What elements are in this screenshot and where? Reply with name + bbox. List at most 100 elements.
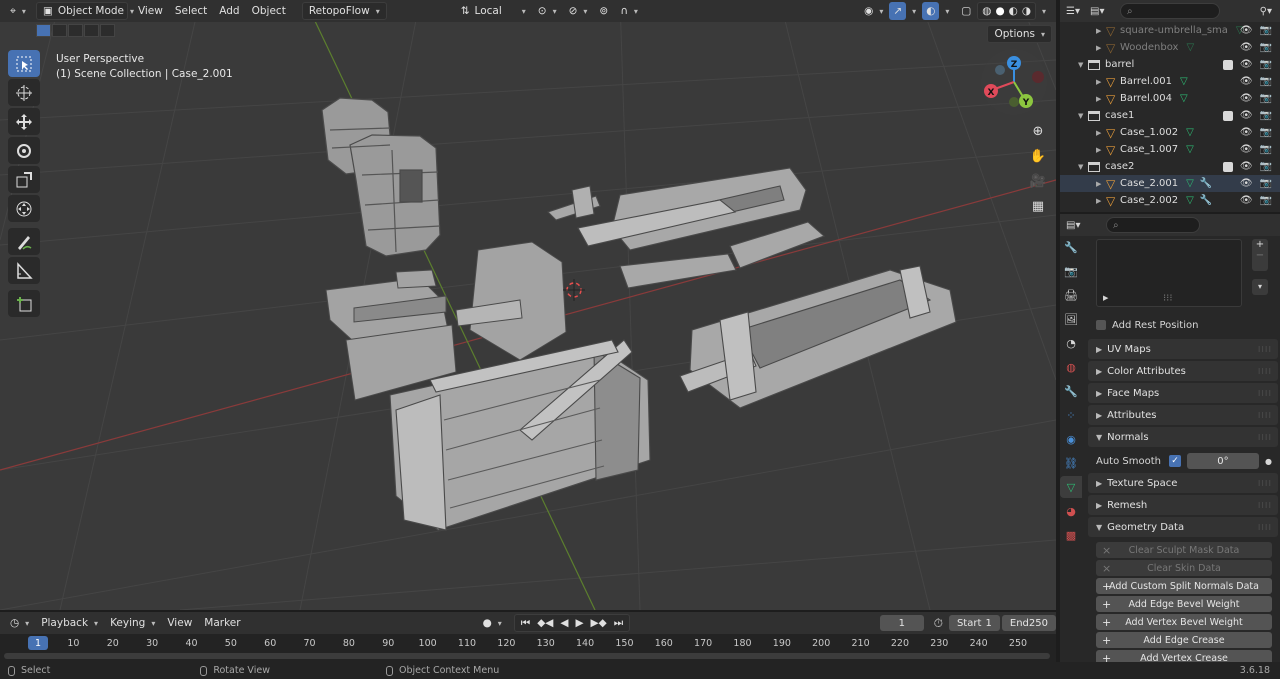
drag-handle-icon[interactable]: ⁝⁝⁝⁝ bbox=[1258, 345, 1272, 354]
drag-handle-icon[interactable]: ⁝⁝⁝⁝ bbox=[1258, 389, 1272, 398]
mesh-data-icon[interactable]: ▽ bbox=[1180, 76, 1188, 87]
panel-geometry-data[interactable]: ▼ Geometry Data ⁝⁝⁝⁝ bbox=[1088, 517, 1278, 537]
render-camera-icon[interactable]: 📷 bbox=[1260, 76, 1272, 87]
outliner-object-row[interactable]: ▶ ▽ Barrel.001 ▽ 👁 📷 bbox=[1060, 73, 1280, 90]
editor-type-button[interactable]: ⌖ ▾ bbox=[4, 2, 32, 20]
rendered-shading-icon[interactable]: ◑ bbox=[1022, 5, 1031, 17]
constraints-tab-icon[interactable]: ⛓ bbox=[1060, 452, 1082, 474]
remove-shape-key-icon[interactable]: − bbox=[1252, 250, 1268, 261]
menu-retopoflow[interactable]: RetopoFlow ▾ bbox=[301, 2, 387, 20]
expand-arrow-icon[interactable]: ▶ bbox=[1096, 129, 1106, 137]
panel-attributes[interactable]: ▶ Attributes ⁝⁝⁝⁝ bbox=[1088, 405, 1278, 425]
select-intersect-icon[interactable] bbox=[100, 24, 115, 37]
drag-handle-icon[interactable]: ⁝⁝⁝⁝ bbox=[1258, 501, 1272, 510]
geometry-data-button[interactable]: + Add Custom Split Normals Data bbox=[1096, 578, 1272, 594]
next-keyframe-icon[interactable]: ▶◆ bbox=[591, 617, 607, 629]
outliner-object-row[interactable]: ▶ ▽ Case_2.001 ▽ 🔧 👁 📷 bbox=[1060, 175, 1280, 192]
select-subtract-icon[interactable] bbox=[68, 24, 83, 37]
render-camera-icon[interactable]: 📷 bbox=[1260, 59, 1272, 70]
shading-options-icon[interactable]: ▾ bbox=[1036, 2, 1052, 20]
render-camera-icon[interactable]: 📷 bbox=[1260, 93, 1272, 104]
3d-viewport[interactable]: Z X Y ⌖ ▾ ▣ Object Mode ▾ View Select Add … bbox=[0, 0, 1056, 610]
render-camera-icon[interactable]: 📷 bbox=[1260, 144, 1272, 155]
visibility-eye-icon[interactable]: 👁 bbox=[1240, 110, 1253, 121]
geometry-data-button[interactable]: × Clear Skin Data bbox=[1096, 560, 1272, 576]
menu-add[interactable]: Add bbox=[213, 2, 245, 20]
exclude-checkbox[interactable] bbox=[1222, 111, 1233, 121]
visibility-eye-icon[interactable]: 👁 bbox=[1240, 42, 1253, 53]
mesh-data-icon[interactable]: ▽ bbox=[1186, 127, 1194, 138]
keyframe-dot-icon[interactable]: ● bbox=[1265, 457, 1272, 466]
visibility-icon[interactable]: ◉ ▾ bbox=[858, 2, 889, 20]
barrel-model[interactable] bbox=[321, 97, 441, 257]
shape-keys-list[interactable]: ▶ ⁝⁝⁝ bbox=[1096, 239, 1242, 307]
modifier-icon[interactable]: 🔧 bbox=[1200, 178, 1212, 189]
exclude-checkbox[interactable] bbox=[1222, 60, 1233, 70]
perspective-grid-icon[interactable]: ▦ bbox=[1026, 194, 1050, 218]
auto-smooth-angle-field[interactable]: 0° bbox=[1186, 453, 1259, 469]
move-tool[interactable] bbox=[8, 108, 40, 135]
play-reverse-icon[interactable]: ◀ bbox=[560, 617, 568, 629]
render-camera-icon[interactable]: 📷 bbox=[1260, 42, 1272, 53]
properties-editor-icon[interactable]: ▤▾ bbox=[1066, 220, 1106, 231]
zoom-icon[interactable]: ⊕ bbox=[1026, 119, 1050, 143]
drag-handle-icon[interactable]: ⁝⁝⁝⁝ bbox=[1258, 411, 1272, 420]
pivot-point-icon[interactable]: ⊙ ▾ bbox=[532, 2, 563, 20]
expand-arrow-icon[interactable]: ▶ bbox=[1096, 27, 1106, 35]
transform-orientation-dropdown[interactable]: ⇅ Local ▾ bbox=[455, 2, 532, 20]
cursor-tool[interactable] bbox=[8, 79, 40, 106]
transform-tool[interactable] bbox=[8, 195, 40, 222]
auto-smooth-checkbox[interactable]: ✓ bbox=[1168, 455, 1181, 467]
jump-start-icon[interactable]: ⏮ bbox=[521, 617, 530, 630]
panel-uv-maps[interactable]: ▶ UV Maps ⁝⁝⁝⁝ bbox=[1088, 339, 1278, 359]
add-rest-position-checkbox[interactable] bbox=[1096, 320, 1106, 330]
outliner-search-input[interactable]: ⌕ bbox=[1120, 3, 1220, 19]
panel-color-attributes[interactable]: ▶ Color Attributes ⁝⁝⁝⁝ bbox=[1088, 361, 1278, 381]
timeline-scrollbar[interactable] bbox=[4, 653, 1050, 659]
mesh-data-icon[interactable]: ▽ bbox=[1186, 178, 1194, 189]
expand-arrow-icon[interactable]: ▶ bbox=[1096, 180, 1106, 188]
camera-view-icon[interactable]: 🎥 bbox=[1026, 169, 1050, 193]
visibility-eye-icon[interactable]: 👁 bbox=[1240, 178, 1253, 189]
outliner-object-row[interactable]: ▶ ▽ square-umbrella_sma ▽ 👁 📷 bbox=[1060, 22, 1280, 39]
start-frame-field[interactable]: Start 1 bbox=[948, 615, 1000, 631]
render-tab-icon[interactable]: 📷 bbox=[1060, 260, 1082, 282]
auto-keying-icon[interactable]: ● ▾ bbox=[477, 614, 508, 632]
menu-marker[interactable]: Marker bbox=[198, 614, 246, 632]
material-shading-icon[interactable]: ◐ bbox=[1009, 5, 1018, 17]
geometry-data-button[interactable]: + Add Vertex Crease bbox=[1096, 650, 1272, 662]
geometry-data-button[interactable]: × Clear Sculpt Mask Data bbox=[1096, 542, 1272, 558]
outliner-collection-row[interactable]: ▼ case2 👁 📷 bbox=[1060, 158, 1280, 175]
3d-cursor[interactable] bbox=[563, 279, 585, 301]
outliner-collection-row[interactable]: ▼ barrel 👁 📷 bbox=[1060, 56, 1280, 73]
scale-tool[interactable] bbox=[8, 166, 40, 193]
material-tab-icon[interactable]: ◕ bbox=[1060, 500, 1082, 522]
solid-shading-icon[interactable]: ● bbox=[995, 5, 1004, 17]
menu-keying[interactable]: Keying ▾ bbox=[104, 614, 161, 632]
view-layer-tab-icon[interactable]: 🖼 bbox=[1060, 308, 1082, 330]
mode-dropdown[interactable]: ▣ Object Mode ▾ bbox=[35, 2, 134, 20]
geometry-data-button[interactable]: + Add Edge Crease bbox=[1096, 632, 1272, 648]
xray-toggle-icon[interactable]: ▢ bbox=[955, 2, 977, 20]
panel-remesh[interactable]: ▶ Remesh ⁝⁝⁝⁝ bbox=[1088, 495, 1278, 515]
render-camera-icon[interactable]: 📷 bbox=[1260, 25, 1272, 36]
drag-handle-icon[interactable]: ⁝⁝⁝⁝ bbox=[1258, 523, 1272, 532]
add-cube-tool[interactable] bbox=[8, 290, 40, 317]
list-expand-icon[interactable]: ▶ bbox=[1103, 294, 1108, 302]
display-mode-icon[interactable]: ▤▾ bbox=[1090, 6, 1120, 17]
overlays-toggle-icon[interactable]: ◐ bbox=[922, 2, 940, 20]
geometry-data-button[interactable]: + Add Vertex Bevel Weight bbox=[1096, 614, 1272, 630]
pan-hand-icon[interactable]: ✋ bbox=[1026, 144, 1050, 168]
annotate-tool[interactable] bbox=[8, 228, 40, 255]
timeline-editor-icon[interactable]: ◷ ▾ bbox=[4, 614, 35, 632]
exclude-checkbox[interactable] bbox=[1222, 162, 1233, 172]
menu-view[interactable]: View bbox=[132, 2, 169, 20]
outliner-collection-row[interactable]: ▼ case1 👁 📷 bbox=[1060, 107, 1280, 124]
output-tab-icon[interactable]: 🖨 bbox=[1060, 284, 1082, 306]
outliner-object-row[interactable]: ▶ ▽ Case_1.002 ▽ 👁 📷 bbox=[1060, 124, 1280, 141]
expand-arrow-icon[interactable]: ▶ bbox=[1096, 78, 1106, 86]
scene-tab-icon[interactable]: ◔ bbox=[1060, 332, 1082, 354]
drag-handle-icon[interactable]: ⁝⁝⁝⁝ bbox=[1258, 479, 1272, 488]
shape-key-specials-icon[interactable]: ▾ bbox=[1252, 279, 1268, 295]
overlays-dropdown-icon[interactable]: ▾ bbox=[939, 2, 955, 20]
